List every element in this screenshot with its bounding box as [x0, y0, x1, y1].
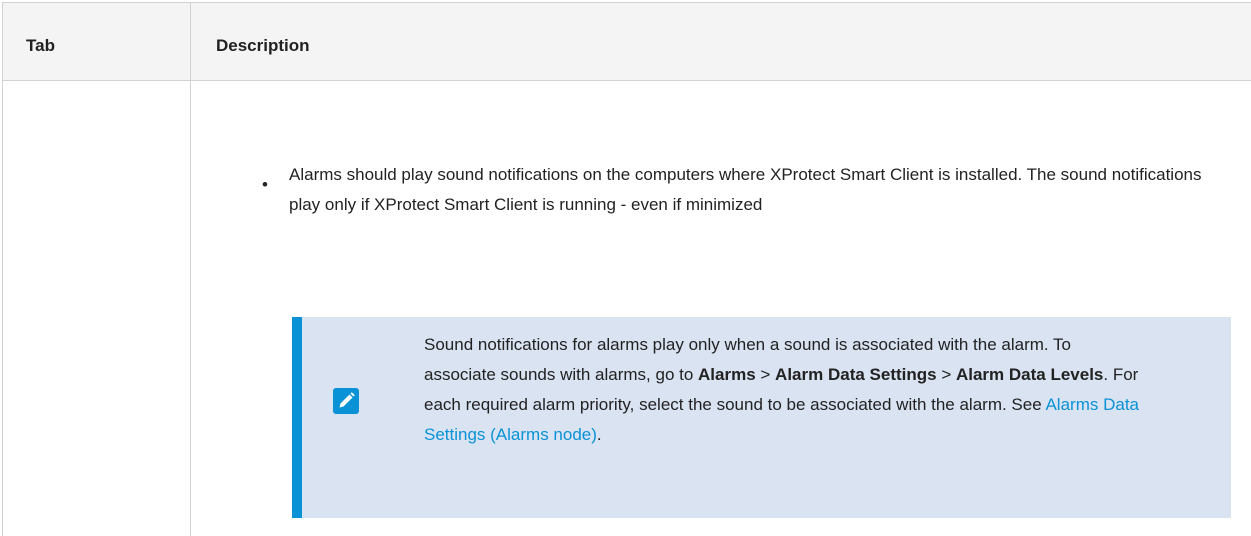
bullet-item-text: Alarms should play sound notifications o…: [289, 165, 1202, 214]
description-table: Tab Description • Alarms should play sou…: [0, 0, 1251, 536]
pencil-icon: [333, 388, 359, 414]
note-callout: Sound notifications for alarms play only…: [292, 317, 1231, 518]
note-text: Sound notifications for alarms play only…: [424, 330, 1144, 450]
menu-alarm-data-settings: Alarm Data Settings: [775, 365, 937, 384]
menu-separator: >: [936, 365, 956, 384]
column-divider: [190, 2, 191, 536]
menu-alarms: Alarms: [698, 365, 756, 384]
header-tab: Tab: [26, 36, 55, 55]
bullet-marker: •: [262, 175, 268, 194]
note-accent-bar: [292, 317, 302, 518]
header-description: Description: [216, 36, 310, 55]
table-left-border: [2, 2, 3, 536]
note-text-part-3: .: [596, 425, 602, 444]
menu-separator: >: [755, 365, 776, 384]
menu-alarm-data-levels: Alarm Data Levels: [955, 365, 1104, 384]
